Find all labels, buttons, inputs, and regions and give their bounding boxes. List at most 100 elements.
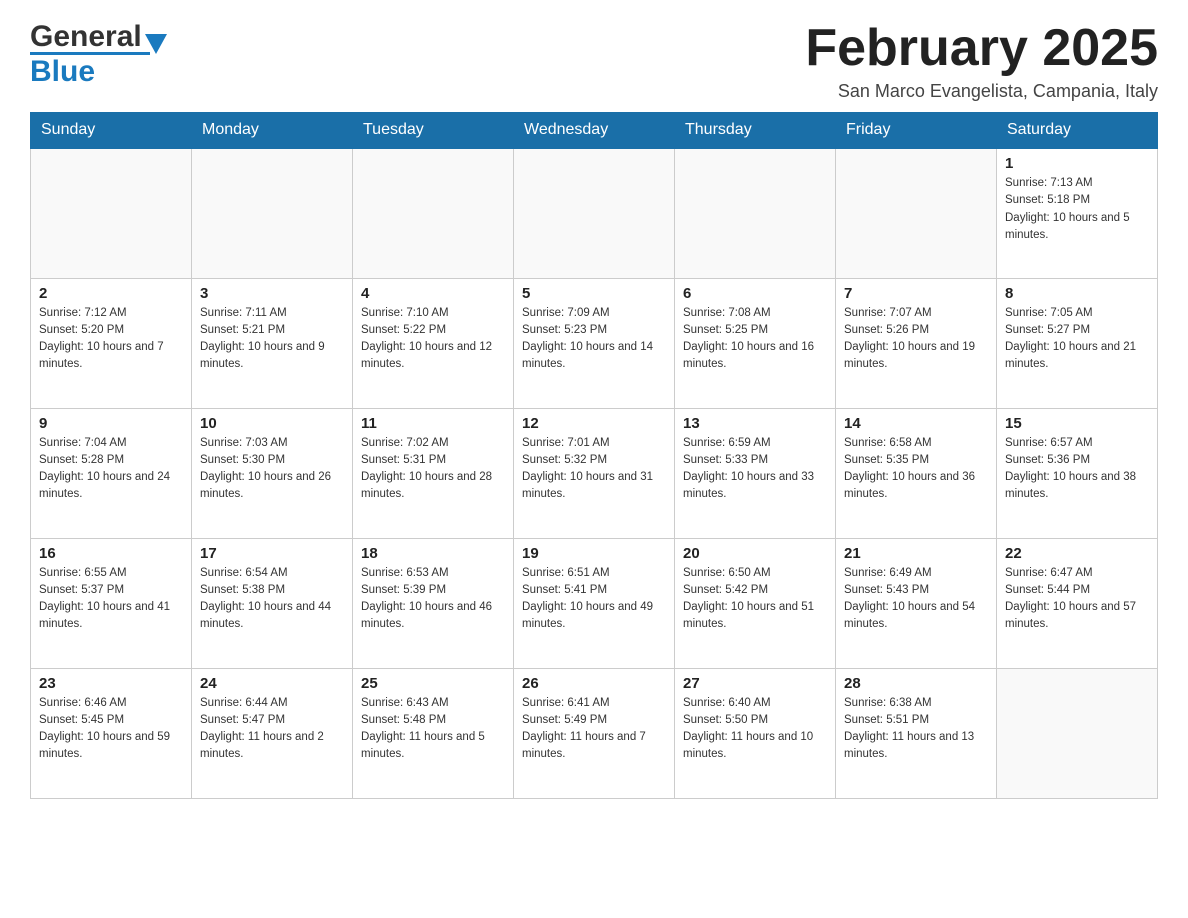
day-number: 1 [1005,155,1149,172]
calendar-day-cell: 16 Sunrise: 6:55 AMSunset: 5:37 PMDayligh… [31,538,192,668]
day-info: Sunrise: 7:04 AMSunset: 5:28 PMDaylight:… [39,435,183,504]
calendar-week-row: 9 Sunrise: 7:04 AMSunset: 5:28 PMDaylight… [31,408,1158,538]
calendar-day-cell [353,148,514,278]
calendar-day-cell: 21 Sunrise: 6:49 AMSunset: 5:43 PMDayligh… [836,538,997,668]
day-info: Sunrise: 6:41 AMSunset: 5:49 PMDaylight:… [522,695,666,764]
day-info: Sunrise: 6:44 AMSunset: 5:47 PMDaylight:… [200,695,344,764]
logo-triangle-icon [145,34,167,54]
month-title: February 2025 [805,20,1158,77]
title-area: February 2025 San Marco Evangelista, Cam… [805,20,1158,102]
calendar-day-cell: 2 Sunrise: 7:12 AMSunset: 5:20 PMDaylight… [31,278,192,408]
day-number: 27 [683,675,827,692]
logo-general-text: General [30,20,142,54]
calendar-day-cell [675,148,836,278]
day-info: Sunrise: 6:49 AMSunset: 5:43 PMDaylight:… [844,565,988,634]
calendar-day-cell: 11 Sunrise: 7:02 AMSunset: 5:31 PMDayligh… [353,408,514,538]
day-info: Sunrise: 7:05 AMSunset: 5:27 PMDaylight:… [1005,305,1149,374]
day-number: 17 [200,545,344,562]
day-info: Sunrise: 7:07 AMSunset: 5:26 PMDaylight:… [844,305,988,374]
day-info: Sunrise: 7:11 AMSunset: 5:21 PMDaylight:… [200,305,344,374]
calendar-day-cell [514,148,675,278]
calendar-day-cell [997,668,1158,798]
calendar-day-cell: 18Sunrise: 6:53 AMSunset: 5:39 PMDayligh… [353,538,514,668]
calendar-day-cell: 17 Sunrise: 6:54 AMSunset: 5:38 PMDayligh… [192,538,353,668]
calendar-day-cell: 14 Sunrise: 6:58 AMSunset: 5:35 PMDayligh… [836,408,997,538]
day-number: 6 [683,285,827,302]
calendar-header-row: SundayMondayTuesdayWednesdayThursdayFrid… [31,113,1158,149]
day-info: Sunrise: 6:50 AMSunset: 5:42 PMDaylight:… [683,565,827,634]
day-number: 22 [1005,545,1149,562]
location-text: San Marco Evangelista, Campania, Italy [805,81,1158,102]
calendar-day-cell [836,148,997,278]
logo: General Blue [30,20,167,89]
calendar-day-cell: 27Sunrise: 6:40 AMSunset: 5:50 PMDayligh… [675,668,836,798]
calendar-day-cell: 28 Sunrise: 6:38 AMSunset: 5:51 PMDayligh… [836,668,997,798]
day-number: 24 [200,675,344,692]
calendar-day-cell: 13 Sunrise: 6:59 AMSunset: 5:33 PMDayligh… [675,408,836,538]
calendar-day-cell: 20 Sunrise: 6:50 AMSunset: 5:42 PMDayligh… [675,538,836,668]
day-number: 4 [361,285,505,302]
day-number: 25 [361,675,505,692]
day-info: Sunrise: 6:51 AMSunset: 5:41 PMDaylight:… [522,565,666,634]
calendar-day-cell: 6 Sunrise: 7:08 AMSunset: 5:25 PMDaylight… [675,278,836,408]
day-info: Sunrise: 6:43 AMSunset: 5:48 PMDaylight:… [361,695,505,764]
calendar-day-cell: 23 Sunrise: 6:46 AMSunset: 5:45 PMDayligh… [31,668,192,798]
calendar-day-cell [192,148,353,278]
day-number: 18 [361,545,505,562]
day-number: 26 [522,675,666,692]
calendar-day-cell: 3 Sunrise: 7:11 AMSunset: 5:21 PMDaylight… [192,278,353,408]
day-info: Sunrise: 7:08 AMSunset: 5:25 PMDaylight:… [683,305,827,374]
day-info: Sunrise: 6:54 AMSunset: 5:38 PMDaylight:… [200,565,344,634]
day-number: 13 [683,415,827,432]
calendar-day-cell: 26 Sunrise: 6:41 AMSunset: 5:49 PMDayligh… [514,668,675,798]
day-of-week-friday: Friday [836,113,997,149]
calendar-week-row: 1 Sunrise: 7:13 AMSunset: 5:18 PMDaylight… [31,148,1158,278]
day-of-week-saturday: Saturday [997,113,1158,149]
calendar-day-cell: 8 Sunrise: 7:05 AMSunset: 5:27 PMDaylight… [997,278,1158,408]
calendar-table: SundayMondayTuesdayWednesdayThursdayFrid… [30,112,1158,799]
calendar-day-cell: 25 Sunrise: 6:43 AMSunset: 5:48 PMDayligh… [353,668,514,798]
day-number: 11 [361,415,505,432]
day-number: 21 [844,545,988,562]
day-number: 23 [39,675,183,692]
day-of-week-monday: Monday [192,113,353,149]
day-number: 2 [39,285,183,302]
day-info: Sunrise: 7:09 AMSunset: 5:23 PMDaylight:… [522,305,666,374]
day-info: Sunrise: 6:59 AMSunset: 5:33 PMDaylight:… [683,435,827,504]
calendar-day-cell: 19 Sunrise: 6:51 AMSunset: 5:41 PMDayligh… [514,538,675,668]
day-number: 15 [1005,415,1149,432]
day-of-week-thursday: Thursday [675,113,836,149]
calendar-day-cell: 15 Sunrise: 6:57 AMSunset: 5:36 PMDayligh… [997,408,1158,538]
day-info: Sunrise: 6:47 AMSunset: 5:44 PMDaylight:… [1005,565,1149,634]
calendar-week-row: 16 Sunrise: 6:55 AMSunset: 5:37 PMDayligh… [31,538,1158,668]
day-number: 9 [39,415,183,432]
day-number: 20 [683,545,827,562]
calendar-day-cell: 7 Sunrise: 7:07 AMSunset: 5:26 PMDaylight… [836,278,997,408]
day-info: Sunrise: 7:02 AMSunset: 5:31 PMDaylight:… [361,435,505,504]
day-info: Sunrise: 6:46 AMSunset: 5:45 PMDaylight:… [39,695,183,764]
day-info: Sunrise: 6:58 AMSunset: 5:35 PMDaylight:… [844,435,988,504]
day-number: 3 [200,285,344,302]
calendar-week-row: 23 Sunrise: 6:46 AMSunset: 5:45 PMDayligh… [31,668,1158,798]
calendar-day-cell: 22 Sunrise: 6:47 AMSunset: 5:44 PMDayligh… [997,538,1158,668]
day-number: 28 [844,675,988,692]
day-number: 12 [522,415,666,432]
day-info: Sunrise: 6:38 AMSunset: 5:51 PMDaylight:… [844,695,988,764]
day-number: 8 [1005,285,1149,302]
calendar-day-cell: 4 Sunrise: 7:10 AMSunset: 5:22 PMDaylight… [353,278,514,408]
day-info: Sunrise: 7:12 AMSunset: 5:20 PMDaylight:… [39,305,183,374]
calendar-day-cell: 5Sunrise: 7:09 AMSunset: 5:23 PMDaylight… [514,278,675,408]
day-number: 19 [522,545,666,562]
calendar-day-cell: 10Sunrise: 7:03 AMSunset: 5:30 PMDayligh… [192,408,353,538]
day-number: 16 [39,545,183,562]
calendar-day-cell: 24 Sunrise: 6:44 AMSunset: 5:47 PMDayligh… [192,668,353,798]
day-info: Sunrise: 6:57 AMSunset: 5:36 PMDaylight:… [1005,435,1149,504]
day-of-week-sunday: Sunday [31,113,192,149]
day-number: 7 [844,285,988,302]
day-number: 14 [844,415,988,432]
day-of-week-wednesday: Wednesday [514,113,675,149]
day-info: Sunrise: 7:10 AMSunset: 5:22 PMDaylight:… [361,305,505,374]
day-info: Sunrise: 7:13 AMSunset: 5:18 PMDaylight:… [1005,175,1149,244]
logo-blue-text: Blue [30,55,95,88]
day-info: Sunrise: 6:55 AMSunset: 5:37 PMDaylight:… [39,565,183,634]
